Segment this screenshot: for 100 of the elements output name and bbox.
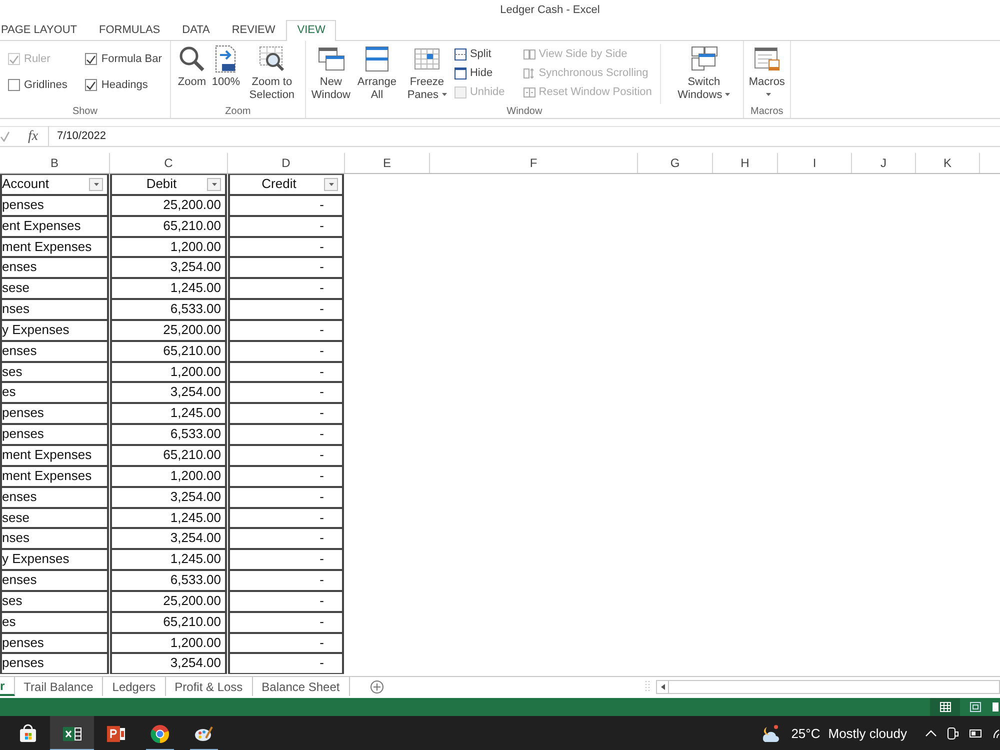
checkbox[interactable]: Headings <box>85 72 162 98</box>
ribbon-button[interactable]: Switch Windows <box>668 44 739 104</box>
ribbon-tab[interactable]: PAGE LAYOUT <box>0 20 88 40</box>
ribbon-button[interactable]: Hide <box>454 64 493 83</box>
left-arrow-icon <box>660 684 664 690</box>
magnifier-grid-icon <box>256 44 287 74</box>
filter-button[interactable] <box>89 178 103 191</box>
table-cell: 1,200.00 <box>110 632 227 654</box>
caret-icon <box>725 92 730 96</box>
column-header[interactable]: F <box>430 153 638 173</box>
caret-icon <box>766 92 771 96</box>
column-header[interactable]: B <box>0 153 110 173</box>
presentation-app-icon <box>106 724 126 744</box>
header-text: Account <box>2 175 49 194</box>
table-cell: y Expenses <box>0 549 109 570</box>
table-cell: - <box>228 570 344 591</box>
table-cell: 3,254.00 <box>110 382 227 404</box>
table-cell: 65,210.00 <box>110 612 227 633</box>
add-icon <box>370 680 384 694</box>
checkbox[interactable]: Gridlines <box>8 72 68 98</box>
ribbon-tab[interactable]: REVIEW <box>220 20 286 40</box>
table-cell: - <box>228 528 344 550</box>
page-view-icon <box>970 702 980 712</box>
check-icon <box>86 80 96 90</box>
column-header[interactable]: E <box>345 153 430 173</box>
column-header[interactable]: D <box>228 153 345 173</box>
table-cell: - <box>228 278 344 300</box>
table-cell: 6,533.00 <box>110 424 227 445</box>
column-header[interactable]: C <box>110 153 228 173</box>
ribbon-button[interactable]: Freeze Panes <box>402 44 452 104</box>
view-button[interactable] <box>930 698 960 716</box>
checkbox[interactable]: Formula Bar <box>85 46 162 72</box>
table-cell: 6,533.00 <box>110 570 227 591</box>
table-cell: enses <box>0 257 109 278</box>
filter-button[interactable] <box>324 178 338 191</box>
table-cell: - <box>228 444 344 466</box>
ribbon-button[interactable]: Zoom <box>174 44 209 104</box>
ribbon-button[interactable]: Arrange All <box>354 44 400 104</box>
table-cell: y Expenses <box>0 320 109 341</box>
table-cell: - <box>228 632 344 654</box>
table-cell: ent Expenses <box>0 216 109 237</box>
sync-scroll-icon <box>522 67 536 80</box>
store-bag-icon <box>18 724 38 744</box>
table-cell: 3,254.00 <box>110 528 227 550</box>
formula-field[interactable]: 7/10/2022 <box>48 126 1000 147</box>
table-cell: ment Expenses <box>0 236 109 258</box>
caret-icon <box>212 182 216 186</box>
group-label: Show <box>71 105 98 118</box>
wifi-icon[interactable] <box>993 728 1000 739</box>
check-icon <box>9 54 19 64</box>
table-cell: ses <box>0 590 109 612</box>
ribbon-tab[interactable]: DATA <box>171 20 221 40</box>
ribbon-button[interactable]: Macros <box>748 44 786 104</box>
table-cell: - <box>228 590 344 612</box>
table-cell: - <box>228 340 344 362</box>
ribbon-button[interactable]: Split <box>454 45 492 64</box>
column-header[interactable]: J <box>852 153 916 173</box>
camera-icon[interactable] <box>947 727 959 740</box>
taskbar-app[interactable] <box>50 716 94 750</box>
table-cell: penses <box>0 194 109 216</box>
reset-window-icon <box>522 86 536 99</box>
ribbon-button[interactable]: New Window <box>310 44 352 104</box>
caret-icon <box>442 92 447 96</box>
battery-icon[interactable] <box>969 728 983 739</box>
table-cell: - <box>228 194 344 216</box>
table-cell: - <box>228 612 344 633</box>
browser-icon <box>150 724 170 744</box>
table-cell: penses <box>0 632 109 654</box>
weather-text: Mostly cloudy <box>828 724 907 743</box>
horizontal-scrollbar[interactable] <box>656 680 1000 694</box>
ribbon-button[interactable]: 100% <box>210 44 241 104</box>
group-label: Macros <box>750 105 784 118</box>
table-cell: ses <box>0 362 109 382</box>
ribbon-tab[interactable]: VIEW <box>286 20 336 41</box>
group-label: Window <box>506 105 544 118</box>
table-cell: 65,210.00 <box>110 340 227 362</box>
filter-button[interactable] <box>207 178 221 191</box>
table-cell: nses <box>0 528 109 550</box>
caret-icon <box>328 182 334 186</box>
table-cell: 3,254.00 <box>110 486 227 508</box>
table-cell: 25,200.00 <box>110 194 227 216</box>
column-header[interactable]: G <box>638 153 713 173</box>
table-cell: penses <box>0 653 109 674</box>
header-text: Debit <box>145 175 178 194</box>
chevron-up-icon[interactable] <box>925 730 937 737</box>
function-label[interactable]: fx <box>18 126 48 147</box>
table-cell: penses <box>0 403 109 424</box>
caret-icon <box>94 182 98 186</box>
table-cell: 1,245.00 <box>110 278 227 300</box>
ribbon-tab[interactable]: FORMULAS <box>88 20 172 40</box>
table-cell: 25,200.00 <box>110 590 227 612</box>
sheet-tab[interactable]: r <box>0 677 15 696</box>
table-cell: - <box>228 403 344 424</box>
check-icon[interactable] <box>0 131 10 142</box>
column-header[interactable]: H <box>713 153 778 173</box>
ribbon-button[interactable]: Zoom to Selection <box>242 44 301 104</box>
table-cell: - <box>228 424 344 445</box>
column-header[interactable]: K <box>916 153 980 173</box>
column-header[interactable]: I <box>778 153 852 173</box>
table-cell: 1,245.00 <box>110 508 227 528</box>
